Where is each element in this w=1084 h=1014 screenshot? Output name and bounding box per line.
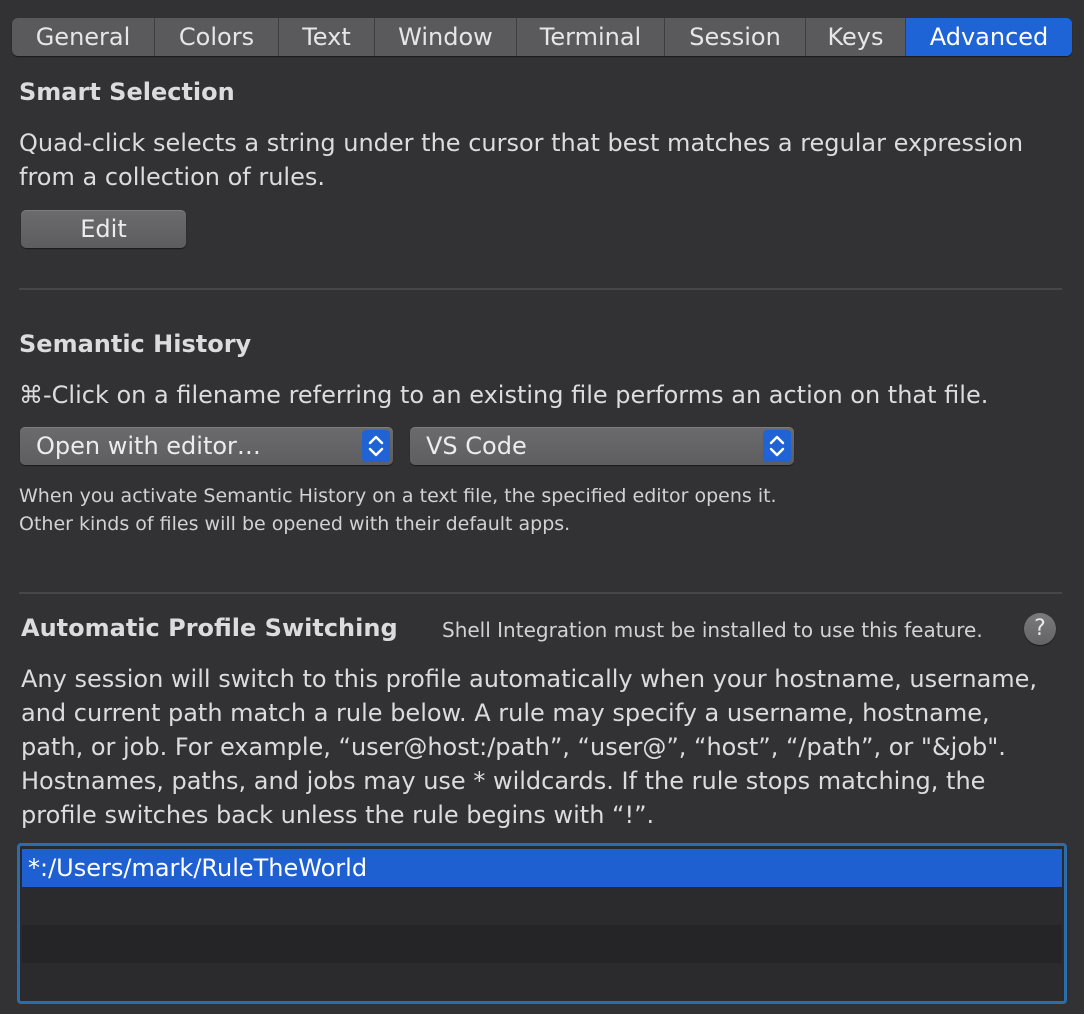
profile-switching-description-line: path, or job. For example, “user@host:/p…	[21, 733, 1006, 761]
editor-select-value: VS Code	[426, 432, 527, 460]
rule-text: *:/Users/mark/RuleTheWorld	[28, 854, 368, 882]
chevron-updown-icon	[763, 430, 791, 462]
empty-row[interactable]	[22, 925, 1062, 963]
semantic-history-title: Semantic History	[19, 330, 252, 358]
profile-switching-description-line: Any session will switch to this profile …	[21, 665, 1038, 693]
smart-selection-description-line1: Quad-click selects a string under the cu…	[19, 129, 1024, 157]
section-divider	[19, 288, 1062, 290]
rules-list[interactable]: *:/Users/mark/RuleTheWorld	[17, 843, 1067, 1004]
editor-select[interactable]: VS Code	[410, 427, 794, 465]
profile-switching-description-line: profile switches back unless the rule be…	[21, 801, 655, 829]
semantic-history-description: ⌘-Click on a filename referring to an ex…	[19, 381, 989, 409]
semantic-history-note-line1: When you activate Semantic History on a …	[19, 485, 777, 507]
profile-switching-description-line: Hostnames, paths, and jobs may use * wil…	[21, 767, 986, 795]
smart-selection-title: Smart Selection	[19, 78, 235, 106]
help-button[interactable]: ?	[1024, 613, 1056, 645]
section-divider	[19, 592, 1062, 594]
tab-keys[interactable]: Keys	[806, 18, 906, 56]
empty-row[interactable]	[22, 887, 1062, 925]
semantic-history-note-line2: Other kinds of files will be opened with…	[19, 513, 571, 535]
preferences-pane: General Colors Text Window Terminal Sess…	[0, 0, 1084, 1014]
profile-switching-description-line: and current path match a rule below. A r…	[21, 699, 990, 727]
tab-terminal[interactable]: Terminal	[517, 18, 665, 56]
tab-bar: General Colors Text Window Terminal Sess…	[12, 18, 1072, 56]
tab-window[interactable]: Window	[375, 18, 517, 56]
edit-button[interactable]: Edit	[21, 210, 186, 248]
list-item[interactable]: *:/Users/mark/RuleTheWorld	[22, 849, 1062, 887]
action-select-value: Open with editor…	[36, 432, 261, 460]
tab-general[interactable]: General	[12, 18, 155, 56]
profile-switching-title: Automatic Profile Switching	[21, 614, 398, 642]
tab-text[interactable]: Text	[279, 18, 375, 56]
smart-selection-description-line2: from a collection of rules.	[19, 163, 325, 191]
tab-colors[interactable]: Colors	[155, 18, 279, 56]
empty-row[interactable]	[22, 963, 1062, 1001]
action-select[interactable]: Open with editor…	[20, 427, 393, 465]
chevron-updown-icon	[362, 430, 390, 462]
shell-integration-note: Shell Integration must be installed to u…	[442, 618, 983, 642]
tab-session[interactable]: Session	[665, 18, 806, 56]
tab-advanced[interactable]: Advanced	[906, 18, 1072, 56]
